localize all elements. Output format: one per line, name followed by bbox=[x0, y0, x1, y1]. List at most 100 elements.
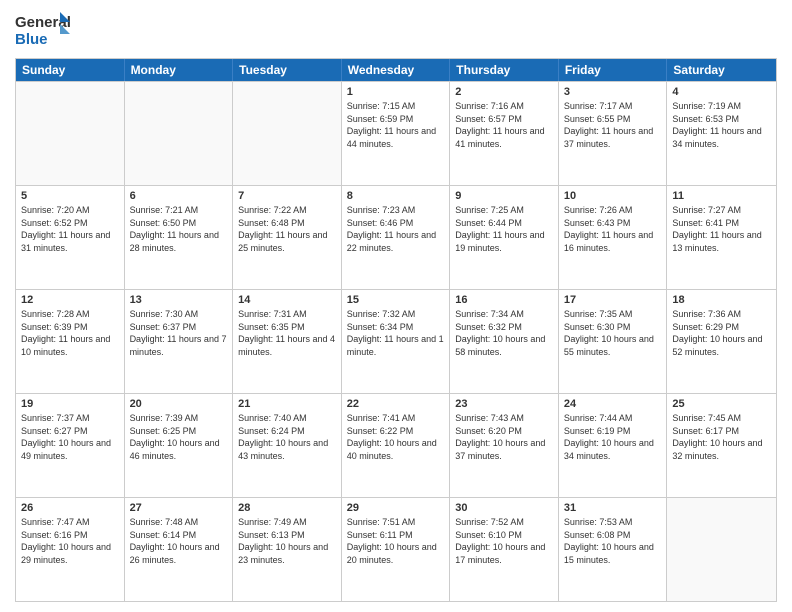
day-info: Sunrise: 7:31 AMSunset: 6:35 PMDaylight:… bbox=[238, 308, 336, 358]
calendar-cell: 1Sunrise: 7:15 AMSunset: 6:59 PMDaylight… bbox=[342, 82, 451, 185]
header: GeneralBlue bbox=[15, 10, 777, 50]
calendar-cell: 29 Sunrise: 7:51 AMSunset: 6:11 PMDayligh… bbox=[342, 498, 451, 601]
calendar-cell: 23 Sunrise: 7:43 AMSunset: 6:20 PMDayligh… bbox=[450, 394, 559, 497]
day-info: Sunrise: 7:20 AMSunset: 6:52 PMDaylight:… bbox=[21, 204, 119, 254]
svg-text:Blue: Blue bbox=[15, 31, 48, 48]
day-info: Sunrise: 7:26 AMSunset: 6:43 PMDaylight:… bbox=[564, 204, 662, 254]
calendar-cell: 18Sunrise: 7:36 AMSunset: 6:29 PMDayligh… bbox=[667, 290, 776, 393]
calendar-cell: 3 Sunrise: 7:17 AMSunset: 6:55 PMDaylight… bbox=[559, 82, 668, 185]
day-number: 8 bbox=[347, 190, 445, 202]
day-number: 9 bbox=[455, 190, 553, 202]
day-number: 7 bbox=[238, 190, 336, 202]
day-info: Sunrise: 7:21 AMSunset: 6:50 PMDaylight:… bbox=[130, 204, 228, 254]
day-number: 4 bbox=[672, 86, 771, 98]
calendar-cell: 17Sunrise: 7:35 AMSunset: 6:30 PMDayligh… bbox=[559, 290, 668, 393]
day-number: 31 bbox=[564, 502, 662, 514]
calendar-cell: 19 Sunrise: 7:37 AMSunset: 6:27 PMDayligh… bbox=[16, 394, 125, 497]
calendar-cell: 26 Sunrise: 7:47 AMSunset: 6:16 PMDayligh… bbox=[16, 498, 125, 601]
calendar-row: 26 Sunrise: 7:47 AMSunset: 6:16 PMDayligh… bbox=[16, 497, 776, 601]
day-info: Sunrise: 7:37 AMSunset: 6:27 PMDaylight:… bbox=[21, 412, 119, 462]
calendar-cell: 9 Sunrise: 7:25 AMSunset: 6:44 PMDaylight… bbox=[450, 186, 559, 289]
day-info: Sunrise: 7:45 AMSunset: 6:17 PMDaylight:… bbox=[672, 412, 771, 462]
calendar-row: 1Sunrise: 7:15 AMSunset: 6:59 PMDaylight… bbox=[16, 81, 776, 185]
day-number: 12 bbox=[21, 294, 119, 306]
calendar-cell: 13 Sunrise: 7:30 AMSunset: 6:37 PMDayligh… bbox=[125, 290, 234, 393]
calendar-cell: 8 Sunrise: 7:23 AMSunset: 6:46 PMDaylight… bbox=[342, 186, 451, 289]
weekday-header: Thursday bbox=[450, 59, 559, 81]
weekday-header: Friday bbox=[559, 59, 668, 81]
day-number: 13 bbox=[130, 294, 228, 306]
day-info: Sunrise: 7:48 AMSunset: 6:14 PMDaylight:… bbox=[130, 516, 228, 566]
day-info: Sunrise: 7:36 AMSunset: 6:29 PMDaylight:… bbox=[672, 308, 771, 358]
calendar-header: SundayMondayTuesdayWednesdayThursdayFrid… bbox=[16, 59, 776, 81]
day-number: 30 bbox=[455, 502, 553, 514]
calendar-row: 5 Sunrise: 7:20 AMSunset: 6:52 PMDaylight… bbox=[16, 185, 776, 289]
day-info: Sunrise: 7:17 AMSunset: 6:55 PMDaylight:… bbox=[564, 100, 662, 150]
day-info: Sunrise: 7:30 AMSunset: 6:37 PMDaylight:… bbox=[130, 308, 228, 358]
logo: GeneralBlue bbox=[15, 10, 70, 50]
calendar-cell: 27 Sunrise: 7:48 AMSunset: 6:14 PMDayligh… bbox=[125, 498, 234, 601]
day-number: 6 bbox=[130, 190, 228, 202]
calendar-cell: 24 Sunrise: 7:44 AMSunset: 6:19 PMDayligh… bbox=[559, 394, 668, 497]
day-number: 29 bbox=[347, 502, 445, 514]
day-number: 22 bbox=[347, 398, 445, 410]
day-info: Sunrise: 7:51 AMSunset: 6:11 PMDaylight:… bbox=[347, 516, 445, 566]
calendar-cell: 20Sunrise: 7:39 AMSunset: 6:25 PMDayligh… bbox=[125, 394, 234, 497]
calendar-cell: 11Sunrise: 7:27 AMSunset: 6:41 PMDayligh… bbox=[667, 186, 776, 289]
day-number: 5 bbox=[21, 190, 119, 202]
calendar-cell: 12 Sunrise: 7:28 AMSunset: 6:39 PMDayligh… bbox=[16, 290, 125, 393]
calendar-cell: 25 Sunrise: 7:45 AMSunset: 6:17 PMDayligh… bbox=[667, 394, 776, 497]
calendar-cell: 31Sunrise: 7:53 AMSunset: 6:08 PMDayligh… bbox=[559, 498, 668, 601]
day-number: 11 bbox=[672, 190, 771, 202]
weekday-header: Sunday bbox=[16, 59, 125, 81]
calendar-body: 1Sunrise: 7:15 AMSunset: 6:59 PMDaylight… bbox=[16, 81, 776, 601]
day-info: Sunrise: 7:49 AMSunset: 6:13 PMDaylight:… bbox=[238, 516, 336, 566]
calendar-cell: 10 Sunrise: 7:26 AMSunset: 6:43 PMDayligh… bbox=[559, 186, 668, 289]
day-number: 21 bbox=[238, 398, 336, 410]
calendar-cell: 16 Sunrise: 7:34 AMSunset: 6:32 PMDayligh… bbox=[450, 290, 559, 393]
calendar-cell bbox=[233, 82, 342, 185]
weekday-header: Tuesday bbox=[233, 59, 342, 81]
page: GeneralBlue SundayMondayTuesdayWednesday… bbox=[0, 0, 792, 612]
day-info: Sunrise: 7:52 AMSunset: 6:10 PMDaylight:… bbox=[455, 516, 553, 566]
calendar-cell: 2 Sunrise: 7:16 AMSunset: 6:57 PMDaylight… bbox=[450, 82, 559, 185]
day-number: 3 bbox=[564, 86, 662, 98]
calendar-cell: 28 Sunrise: 7:49 AMSunset: 6:13 PMDayligh… bbox=[233, 498, 342, 601]
day-info: Sunrise: 7:47 AMSunset: 6:16 PMDaylight:… bbox=[21, 516, 119, 566]
day-number: 28 bbox=[238, 502, 336, 514]
day-info: Sunrise: 7:28 AMSunset: 6:39 PMDaylight:… bbox=[21, 308, 119, 358]
day-info: Sunrise: 7:25 AMSunset: 6:44 PMDaylight:… bbox=[455, 204, 553, 254]
calendar-cell: 4 Sunrise: 7:19 AMSunset: 6:53 PMDaylight… bbox=[667, 82, 776, 185]
calendar-row: 19 Sunrise: 7:37 AMSunset: 6:27 PMDayligh… bbox=[16, 393, 776, 497]
calendar-cell: 21Sunrise: 7:40 AMSunset: 6:24 PMDayligh… bbox=[233, 394, 342, 497]
calendar-cell bbox=[667, 498, 776, 601]
day-number: 15 bbox=[347, 294, 445, 306]
calendar-cell: 22Sunrise: 7:41 AMSunset: 6:22 PMDayligh… bbox=[342, 394, 451, 497]
calendar-row: 12 Sunrise: 7:28 AMSunset: 6:39 PMDayligh… bbox=[16, 289, 776, 393]
day-number: 14 bbox=[238, 294, 336, 306]
calendar-cell: 14 Sunrise: 7:31 AMSunset: 6:35 PMDayligh… bbox=[233, 290, 342, 393]
day-info: Sunrise: 7:44 AMSunset: 6:19 PMDaylight:… bbox=[564, 412, 662, 462]
day-number: 20 bbox=[130, 398, 228, 410]
day-number: 2 bbox=[455, 86, 553, 98]
day-number: 23 bbox=[455, 398, 553, 410]
calendar-cell: 15Sunrise: 7:32 AMSunset: 6:34 PMDayligh… bbox=[342, 290, 451, 393]
day-number: 19 bbox=[21, 398, 119, 410]
day-number: 17 bbox=[564, 294, 662, 306]
day-number: 27 bbox=[130, 502, 228, 514]
day-info: Sunrise: 7:43 AMSunset: 6:20 PMDaylight:… bbox=[455, 412, 553, 462]
weekday-header: Monday bbox=[125, 59, 234, 81]
day-info: Sunrise: 7:23 AMSunset: 6:46 PMDaylight:… bbox=[347, 204, 445, 254]
day-number: 26 bbox=[21, 502, 119, 514]
day-info: Sunrise: 7:16 AMSunset: 6:57 PMDaylight:… bbox=[455, 100, 553, 150]
day-number: 16 bbox=[455, 294, 553, 306]
calendar-cell: 6 Sunrise: 7:21 AMSunset: 6:50 PMDaylight… bbox=[125, 186, 234, 289]
day-number: 1 bbox=[347, 86, 445, 98]
calendar-cell: 5 Sunrise: 7:20 AMSunset: 6:52 PMDaylight… bbox=[16, 186, 125, 289]
calendar-cell: 30 Sunrise: 7:52 AMSunset: 6:10 PMDayligh… bbox=[450, 498, 559, 601]
day-info: Sunrise: 7:19 AMSunset: 6:53 PMDaylight:… bbox=[672, 100, 771, 150]
day-number: 10 bbox=[564, 190, 662, 202]
day-number: 24 bbox=[564, 398, 662, 410]
day-number: 25 bbox=[672, 398, 771, 410]
day-info: Sunrise: 7:34 AMSunset: 6:32 PMDaylight:… bbox=[455, 308, 553, 358]
